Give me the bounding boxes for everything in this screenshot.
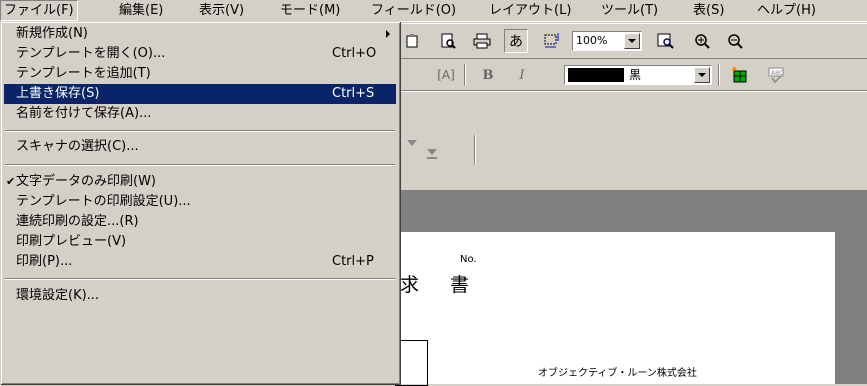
align-bottom-icon[interactable] — [420, 141, 444, 165]
menu-separator — [5, 164, 395, 166]
menu-bar: ファイル(F) 編集(E) 表示(V) モード(M) フィールド(O) レイアウ… — [0, 0, 867, 22]
menu-item-save-as[interactable]: 名前を付けて保存(A)... — [4, 104, 396, 124]
file-menu: 新規作成(N) テンプレートを開く(O)... Ctrl+O テンプレートを追加(… — [0, 21, 400, 384]
zoom-in-icon[interactable] — [690, 29, 714, 53]
menu-tools[interactable]: ツール(T) — [598, 0, 661, 21]
checkmark-icon: ✔ — [6, 175, 16, 188]
text-align-icon[interactable]: [A] — [434, 63, 458, 87]
menu-item-print-preview[interactable]: 印刷プレビュー(V) — [4, 232, 396, 252]
menu-field[interactable]: フィールド(O) — [368, 0, 459, 21]
menu-item-new[interactable]: 新規作成(N) — [4, 24, 396, 44]
menu-layout[interactable]: レイアウト(L) — [486, 0, 574, 21]
menu-item-continuous-print[interactable]: 連続印刷の設定...(R) — [4, 212, 396, 232]
insert-table-icon[interactable] — [728, 63, 752, 87]
menu-item-select-scanner[interactable]: スキャナの選択(C)... — [4, 137, 396, 157]
chevron-down-icon[interactable] — [624, 33, 640, 49]
svg-text:ABC: ABC — [771, 70, 783, 77]
print-icon[interactable] — [470, 29, 494, 53]
menu-separator — [5, 130, 395, 132]
doc-no-label: No. — [460, 254, 477, 265]
zoom-out-icon[interactable] — [723, 29, 747, 53]
menu-help[interactable]: ヘルプ(H) — [754, 0, 819, 21]
menu-item-template-print-settings[interactable]: テンプレートの印刷設定(U)... — [4, 192, 396, 212]
submenu-arrow-icon — [386, 30, 390, 38]
menu-item-print-text-only[interactable]: ✔ 文字データのみ印刷(W) — [4, 172, 396, 192]
toolbar-divider — [464, 64, 466, 86]
menu-item-print[interactable]: 印刷(P)... Ctrl+P — [4, 252, 396, 272]
italic-icon[interactable]: I — [510, 63, 534, 87]
doc-company: オブジェクティブ・ルーン株式会社 — [538, 368, 697, 379]
menu-item-preferences[interactable]: 環境設定(K)... — [4, 286, 396, 306]
spellcheck-icon[interactable]: ABC — [764, 63, 788, 87]
japanese-input-icon[interactable]: あ — [504, 29, 528, 53]
chevron-down-icon[interactable] — [694, 67, 710, 83]
menu-edit[interactable]: 編集(E) — [116, 0, 166, 21]
bold-icon[interactable]: B — [476, 63, 500, 87]
field-width-icon[interactable] — [540, 29, 564, 53]
toolbar-divider — [474, 135, 476, 165]
paste-icon[interactable] — [400, 29, 424, 53]
menu-item-save[interactable]: 上書き保存(S) Ctrl+S — [4, 84, 396, 104]
menu-table[interactable]: 表(S) — [690, 0, 727, 21]
color-select[interactable]: 黒 — [564, 65, 712, 85]
zoom-select[interactable]: 100% — [572, 31, 642, 51]
menu-item-open-template[interactable]: テンプレートを開く(O)... Ctrl+O — [4, 44, 396, 64]
zoom-fit-icon[interactable] — [654, 29, 678, 53]
menu-separator — [5, 278, 395, 280]
menu-item-add-template[interactable]: テンプレートを追加(T) — [4, 64, 396, 84]
menu-file[interactable]: ファイル(F) — [0, 0, 78, 21]
print-preview-icon[interactable] — [436, 29, 460, 53]
menu-mode[interactable]: モード(M) — [277, 0, 343, 21]
toolbar-divider — [718, 64, 720, 86]
color-swatch — [568, 68, 624, 82]
page-shadow — [835, 232, 867, 384]
menu-view[interactable]: 表示(V) — [196, 0, 247, 21]
doc-title: 求 書 — [400, 274, 476, 296]
